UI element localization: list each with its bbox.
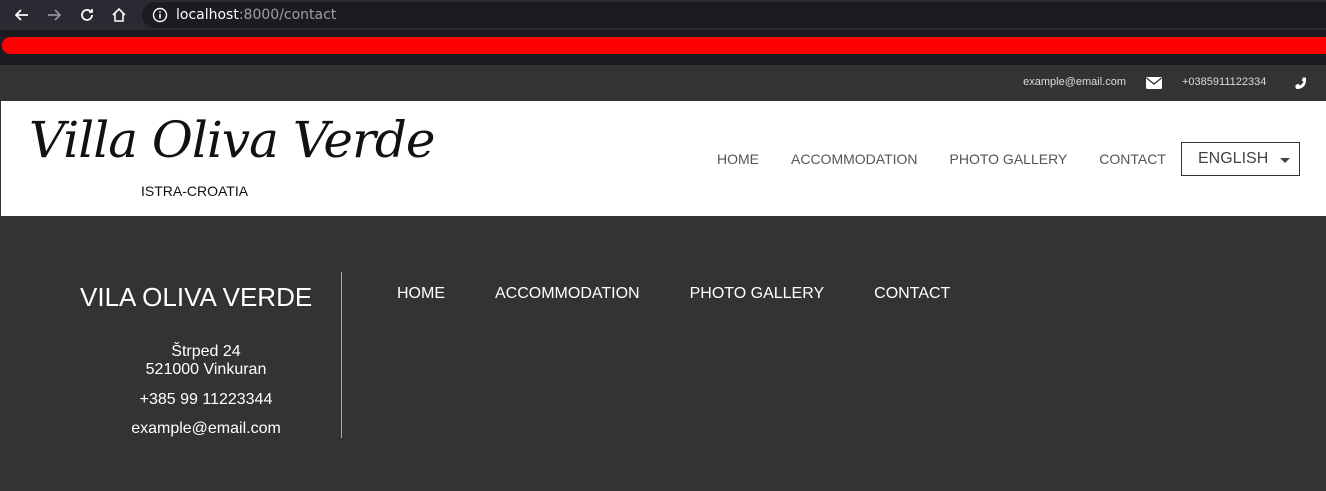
nav-accommodation[interactable]: ACCOMMODATION [791, 151, 918, 167]
footer-email[interactable]: example@email.com [70, 420, 342, 438]
nav-home[interactable]: HOME [717, 151, 759, 167]
arrow-left-icon [14, 9, 28, 21]
footer-nav-accommodation[interactable]: ACCOMMODATION [495, 285, 640, 303]
reload-icon [81, 9, 93, 21]
url-path: :8000/contact [238, 7, 337, 23]
footer-nav-contact[interactable]: CONTACT [874, 285, 950, 303]
reload-button[interactable] [71, 0, 103, 30]
nav-photo-gallery[interactable]: PHOTO GALLERY [950, 151, 1068, 167]
footer-divider [341, 272, 342, 438]
footer-phone[interactable]: +385 99 11223344 [70, 391, 342, 409]
topbar-phone[interactable]: +0385911122334 [1182, 76, 1266, 88]
footer-nav: HOME ACCOMMODATION PHOTO GALLERY CONTACT [397, 285, 1000, 303]
footer-nav-photo-gallery[interactable]: PHOTO GALLERY [690, 285, 825, 303]
url-bar[interactable]: localhost:8000/contact [142, 2, 1326, 28]
site-footer: VILA OLIVA VERDE Štrped 24 521000 Vinkur… [0, 216, 1326, 491]
phone-icon [1295, 77, 1306, 89]
envelope-icon [1146, 77, 1162, 89]
language-label: ENGLISH [1198, 150, 1269, 167]
info-icon[interactable] [152, 7, 168, 23]
nav-contact[interactable]: CONTACT [1099, 151, 1166, 167]
site-logo[interactable]: Villa Oliva Verde [29, 111, 435, 169]
language-select[interactable]: ENGLISH [1181, 142, 1300, 176]
forward-button[interactable] [38, 0, 70, 30]
site-header: Villa Oliva Verde ISTRA-CROATIA HOME ACC… [1, 101, 1326, 216]
main-nav: HOME ACCOMMODATION PHOTO GALLERY CONTACT [717, 151, 1198, 167]
footer-brand: VILA OLIVA VERDE [80, 282, 313, 312]
home-icon [112, 7, 126, 22]
site-tagline: ISTRA-CROATIA [141, 183, 249, 199]
browser-toolbar: localhost:8000/contact [0, 0, 1326, 30]
accent-bar-area [0, 30, 1326, 65]
arrow-right-icon [48, 9, 62, 21]
back-button[interactable] [6, 0, 38, 30]
home-button[interactable] [103, 0, 135, 30]
contact-topbar: example@email.com +0385911122334 [0, 65, 1326, 101]
accent-red-bar [2, 37, 1326, 54]
caret-down-icon [1280, 158, 1290, 163]
footer-city: 521000 Vinkuran [145, 361, 267, 378]
topbar-email[interactable]: example@email.com [1023, 76, 1126, 88]
footer-street: Štrped 24 [171, 343, 241, 360]
footer-nav-home[interactable]: HOME [397, 285, 445, 303]
url-text: localhost:8000/contact [176, 7, 336, 23]
url-host: localhost [176, 7, 239, 23]
